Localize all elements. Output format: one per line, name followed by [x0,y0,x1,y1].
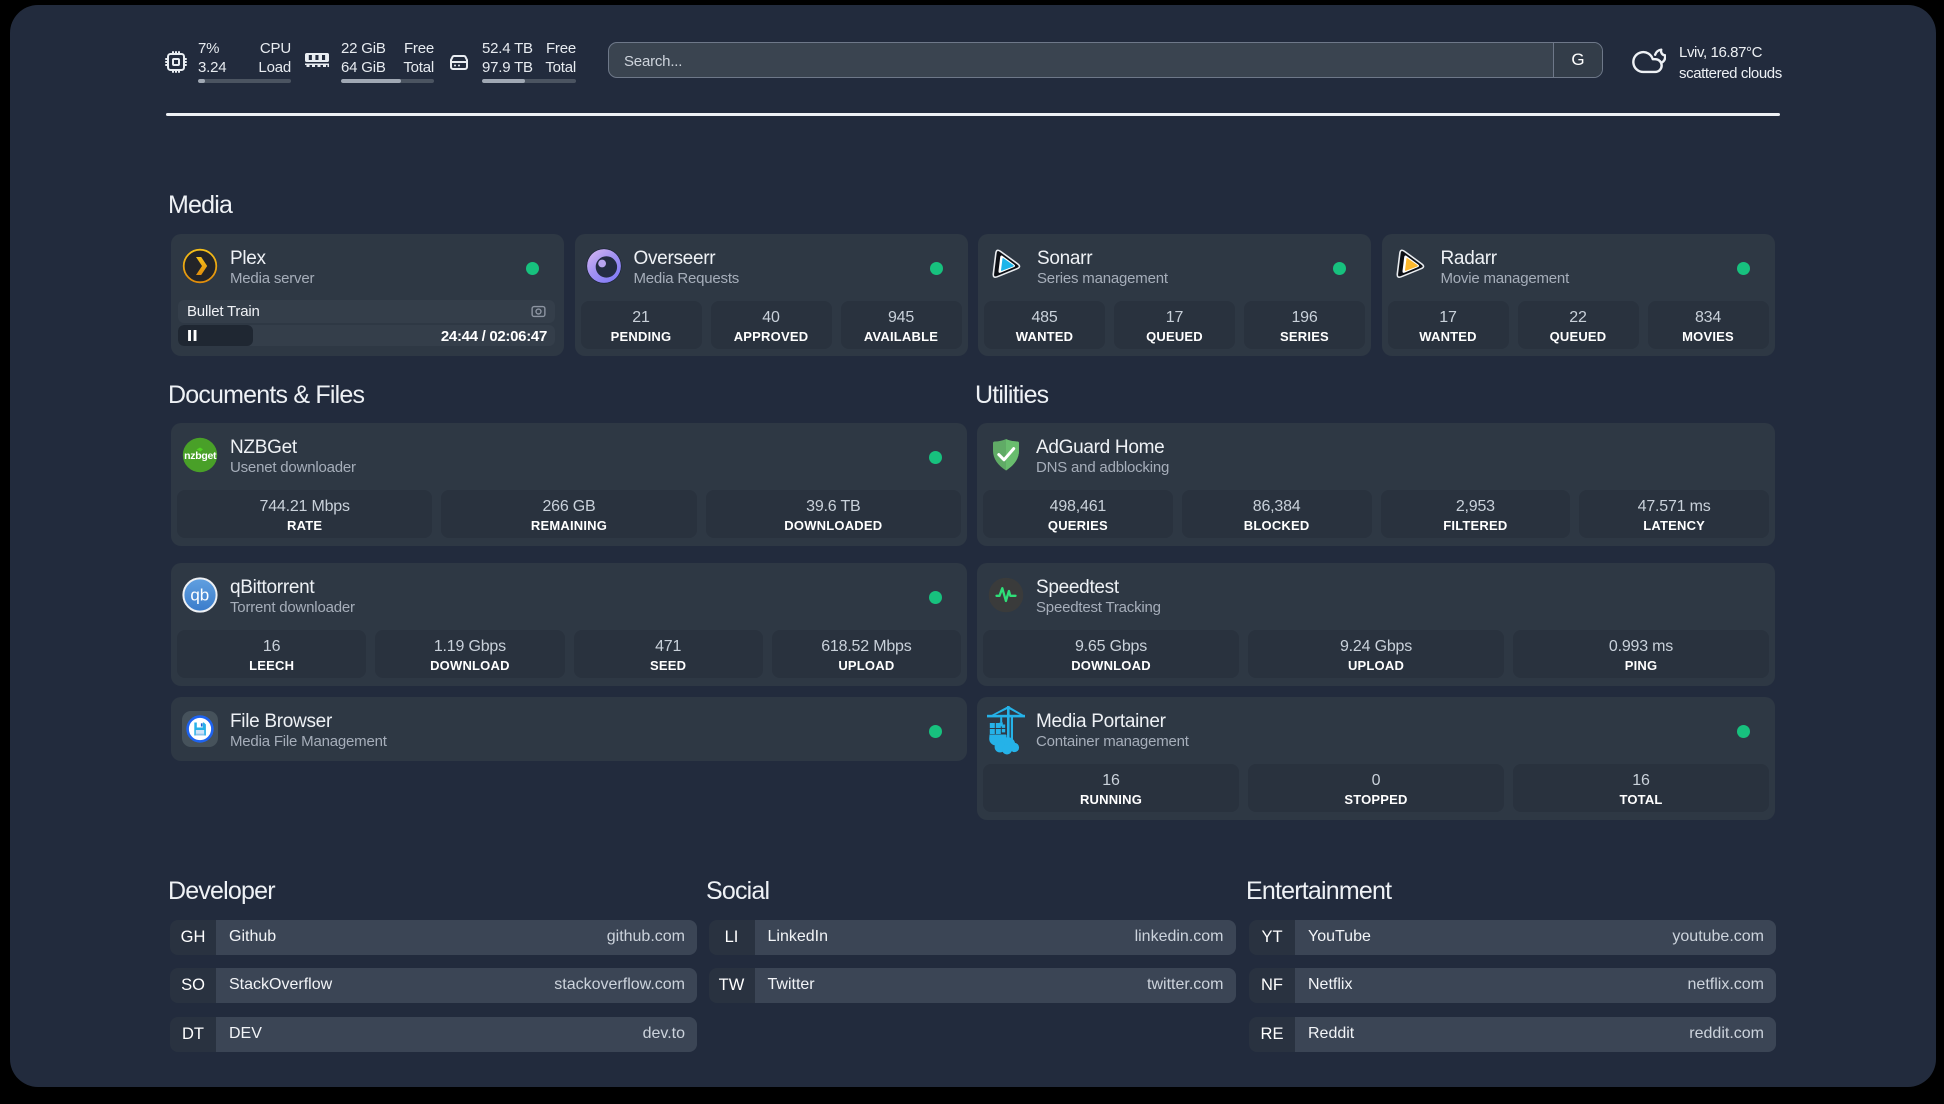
svg-text:qb: qb [190,585,209,604]
svg-text:nzbget: nzbget [184,450,217,462]
